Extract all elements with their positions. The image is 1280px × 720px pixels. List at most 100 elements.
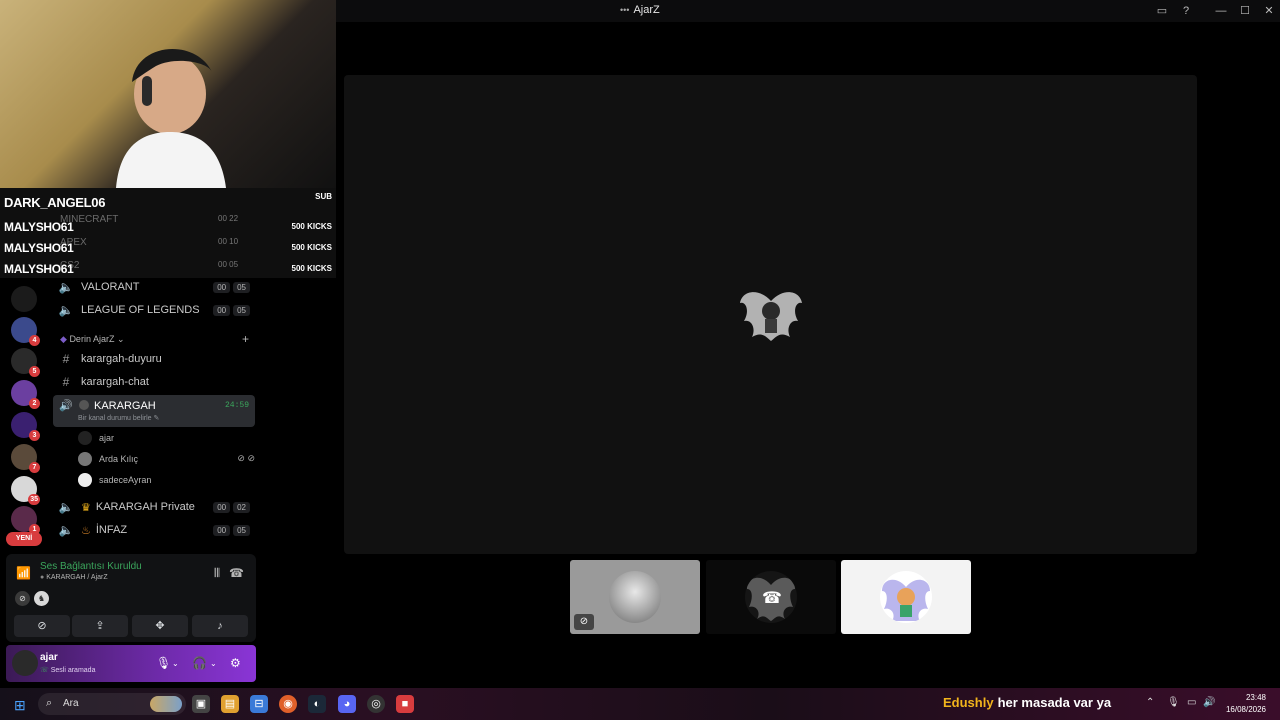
channel-status-text: Bir kanal durumu belirle [78,415,152,422]
category-name: Derin AjarZ [69,334,115,344]
kicker-name: MALYSHO61 [4,262,74,276]
channel-name: İNFAZ [95,524,128,536]
channel-name: VALORANT [81,281,140,293]
noise-suppression-icon[interactable]: 𝄃𝄃 [215,566,220,581]
avatar [78,473,92,487]
taskbar-search[interactable]: ⌕ Ara [38,693,186,715]
webcam-overlay [0,0,336,188]
voice-channel-lol[interactable]: 🔈 LEAGUE OF LEGENDS 00 05 [54,300,256,320]
ticker-message: her masada var ya [997,695,1112,710]
server-icon-2[interactable]: 5 [11,348,40,377]
connection-status[interactable]: Ses Bağlantısı Kuruldu [40,561,142,572]
search-highlight-image [150,696,182,712]
microphone-icon[interactable]: 🎙 [156,656,171,670]
activities-button[interactable]: ✥ [132,615,188,637]
participant-tile-3[interactable] [841,560,971,634]
channel-avatar [79,400,89,410]
chevron-up-icon[interactable]: ⌃ [1146,697,1154,708]
screen-share-button[interactable]: ⇪ [72,615,128,637]
server-icon-3[interactable]: 2 [11,380,40,409]
obs-icon[interactable]: ◎ [367,695,385,713]
count-limit: 02 [233,501,250,513]
network-icon[interactable]: ▭ [1187,697,1196,708]
server-icon-6[interactable]: 35 [11,476,40,505]
camera-off-button[interactable]: ⊘ [14,615,70,637]
voice-location[interactable]: ● KARARGAH / AjarZ [40,574,108,581]
count-limit: 05 [233,281,250,293]
server-icon-5[interactable]: 7 [11,444,40,473]
fire-icon: ♨ [81,524,91,537]
clock[interactable]: 23:48 16/08/2026 [1226,692,1266,716]
kick-alert-row: MALYSHO61 500 KICKS [0,239,336,257]
text-channel-duyuru[interactable]: # karargah-duyuru [54,349,256,369]
avatar [78,431,92,445]
windows-start-icon[interactable]: ⊞ [14,697,26,714]
kick-alert-row: MALYSHO61 500 KICKS [0,218,336,236]
channel-name: KARARGAH Private [95,501,195,513]
recording-app-icon[interactable]: ■ [396,695,414,713]
voice-channel-infaz[interactable]: 🔈 ♨ İNFAZ 00 05 [54,520,256,540]
count-current: 00 [213,281,231,293]
add-channel-icon[interactable]: + [242,332,249,346]
call-icon: ☏ [40,667,49,674]
server-icon-4[interactable]: 3 [11,412,40,441]
task-view-icon[interactable]: ▣ [192,695,210,713]
new-badge[interactable]: YENİ [6,532,42,546]
voice-user[interactable]: ajar [78,429,114,447]
kick-amount: 500 KICKS [291,222,332,231]
minimize-icon[interactable]: — [1214,4,1228,18]
server-icon-7[interactable]: 1 [11,506,40,535]
server-icon-home[interactable] [11,286,37,312]
activity-icon-2[interactable]: ♞ [34,591,49,606]
firefox-icon[interactable]: ◉ [279,695,297,713]
participant-tile-1[interactable]: ⊘ [570,560,700,634]
speaker-icon: 🔈 [58,280,74,294]
user-panel: ajar ☏ Sesli aramada 🎙 ⌄ 🎧 ⌄ ⚙ [6,645,256,682]
gear-icon[interactable]: ⚙ [230,656,241,670]
chevron-down-icon[interactable]: ⌄ [172,659,179,668]
activity-icon-1[interactable]: ⊘ [15,591,30,606]
store-icon[interactable]: ⊟ [250,695,268,713]
steam-icon[interactable]: ◐ [308,695,326,713]
user-count: 00 05 [213,281,250,293]
file-explorer-icon[interactable]: ▤ [221,695,239,713]
user-name[interactable]: ajar [40,652,58,663]
headphones-icon[interactable]: 🎧 [192,656,207,670]
discord-icon[interactable]: ◕ [338,695,356,713]
count-current: 00 [213,304,231,316]
user-name: Arda Kılıç [99,454,139,464]
hash-icon: # [62,352,70,366]
focused-stream-stage[interactable] [344,75,1197,554]
help-icon[interactable]: ? [1179,4,1193,18]
category-header[interactable]: ◆ Derin AjarZ ⌄ [60,334,125,345]
pencil-icon: ✎ [153,415,160,422]
voice-channel-karargah[interactable]: 🔊 KARARGAH 24:59 Bir kanal durumu belirl… [53,395,255,427]
maximize-icon[interactable]: ☐ [1238,4,1252,18]
signal-icon[interactable]: 📶 [16,566,31,580]
disconnect-icon[interactable]: ☎ [229,566,244,580]
voice-user[interactable]: sadeceAyran [78,471,151,489]
server-icon-1[interactable]: 4 [11,317,40,346]
streamer-webcam-image [116,49,226,188]
avatar[interactable] [12,650,38,676]
inbox-icon[interactable]: ▭ [1155,4,1169,18]
kick-amount: 500 KICKS [291,264,332,273]
count-current: 00 [213,524,231,536]
soundboard-button[interactable]: ♪ [192,615,248,637]
avatar [609,571,661,623]
channel-status[interactable]: Bir kanal durumu belirle ✎ [78,414,159,422]
avatar [880,571,932,623]
text-channel-chat[interactable]: # karargah-chat [54,372,256,392]
voice-channel-valorant[interactable]: 🔈 VALORANT 00 05 [54,277,256,297]
crown-icon: ♛ [81,501,91,514]
search-placeholder: Ara [63,698,79,709]
microphone-icon[interactable]: 🎙 [1167,697,1180,708]
voice-user[interactable]: Arda Kılıç [78,450,138,468]
chevron-down-icon[interactable]: ⌄ [210,659,217,668]
category-icon: ◆ [60,334,67,344]
voice-channel-karargah-private[interactable]: 🔈 ♛ KARARGAH Private 00 02 [54,497,256,517]
user-name: ajar [99,433,115,443]
participant-tile-2[interactable]: ☎ [706,560,836,634]
volume-icon[interactable]: 🔊 [1203,697,1215,708]
close-icon[interactable]: ✕ [1262,4,1276,18]
